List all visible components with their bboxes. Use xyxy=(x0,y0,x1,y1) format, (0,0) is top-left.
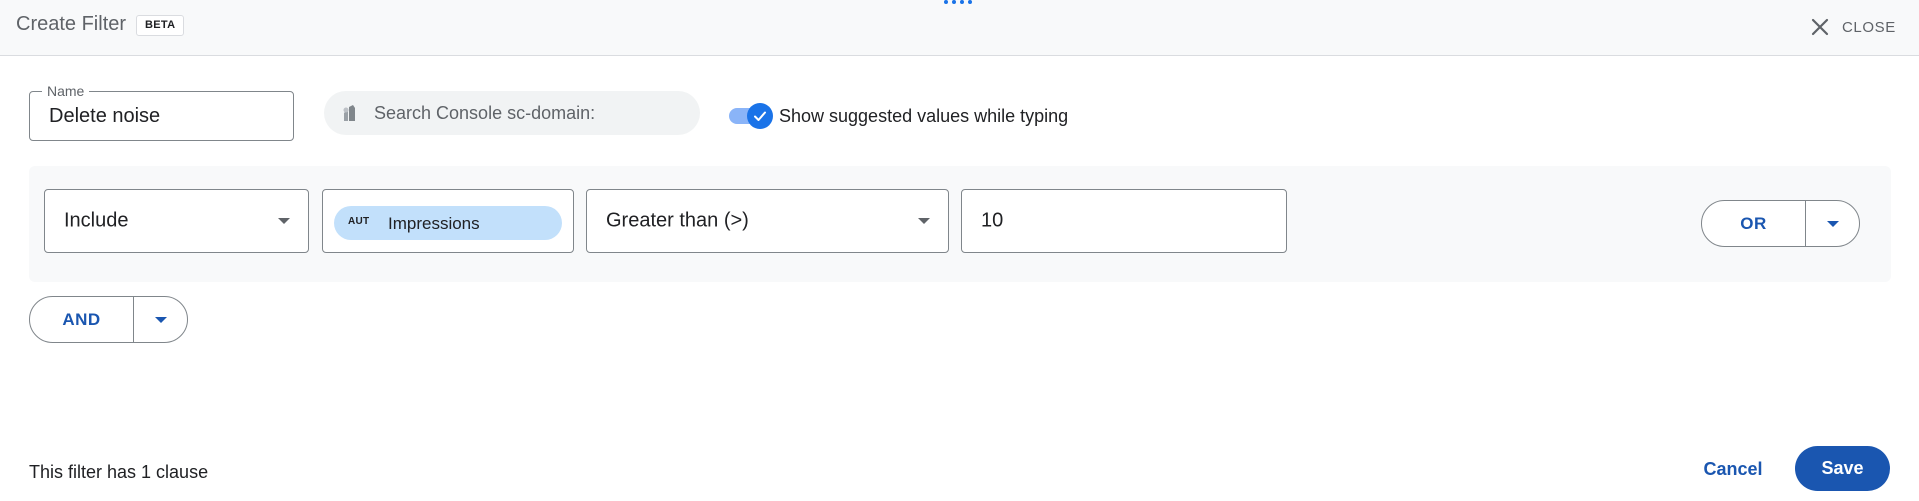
create-filter-dialog: Create Filter BETA CLOSE Name Delete noi… xyxy=(0,0,1919,501)
or-dropdown-button[interactable] xyxy=(1806,201,1859,246)
and-dropdown-button[interactable] xyxy=(134,297,187,342)
dialog-header: Create Filter BETA CLOSE xyxy=(0,0,1919,56)
drag-dot xyxy=(952,0,956,4)
cancel-button[interactable]: Cancel xyxy=(1688,449,1778,489)
or-button[interactable]: OR xyxy=(1702,201,1805,246)
clause-count-text: This filter has 1 clause xyxy=(29,462,209,482)
suggest-values-label: Show suggested values while typing xyxy=(779,106,1069,126)
suggest-values-toggle[interactable] xyxy=(729,102,773,130)
drag-handle[interactable] xyxy=(944,0,974,6)
and-split-button: AND xyxy=(29,296,188,343)
close-label: CLOSE xyxy=(1842,18,1896,36)
dialog-title: Create Filter xyxy=(16,13,127,35)
check-icon xyxy=(754,111,766,121)
caret-down-icon xyxy=(154,316,167,323)
metric-field[interactable]: AUT Impressions xyxy=(322,189,574,253)
caret-down-icon xyxy=(1826,220,1839,227)
metric-chip[interactable]: AUT Impressions xyxy=(334,206,562,240)
search-console-input[interactable]: Search Console sc-domain: xyxy=(324,91,700,135)
toggle-knob xyxy=(747,103,773,129)
name-field-value: Delete noise xyxy=(49,105,161,127)
drag-dot xyxy=(960,0,964,4)
and-button[interactable]: AND xyxy=(30,297,133,342)
beta-badge: BETA xyxy=(136,15,185,36)
include-select[interactable]: Include xyxy=(44,189,309,253)
drag-dot xyxy=(968,0,972,4)
save-button[interactable]: Save xyxy=(1795,446,1890,491)
chevron-down-icon xyxy=(918,218,930,224)
search-console-placeholder: Search Console sc-domain: xyxy=(374,102,596,123)
clause-value: 10 xyxy=(981,209,1004,232)
name-field-label: Name xyxy=(42,83,90,99)
close-button[interactable]: CLOSE xyxy=(1808,13,1896,41)
operator-select-value: Greater than (>) xyxy=(606,209,749,232)
metric-chip-tag: AUT xyxy=(348,216,370,227)
metric-chip-label: Impressions xyxy=(388,214,480,233)
drag-dot xyxy=(944,0,948,4)
search-console-icon xyxy=(343,105,355,121)
or-split-button: OR xyxy=(1701,200,1860,247)
operator-select[interactable]: Greater than (>) xyxy=(586,189,949,253)
clause-value-input[interactable]: 10 xyxy=(961,189,1287,253)
chevron-down-icon xyxy=(278,218,290,224)
name-field[interactable]: Name Delete noise xyxy=(29,83,294,141)
close-icon xyxy=(1811,18,1829,36)
include-select-value: Include xyxy=(64,209,129,232)
